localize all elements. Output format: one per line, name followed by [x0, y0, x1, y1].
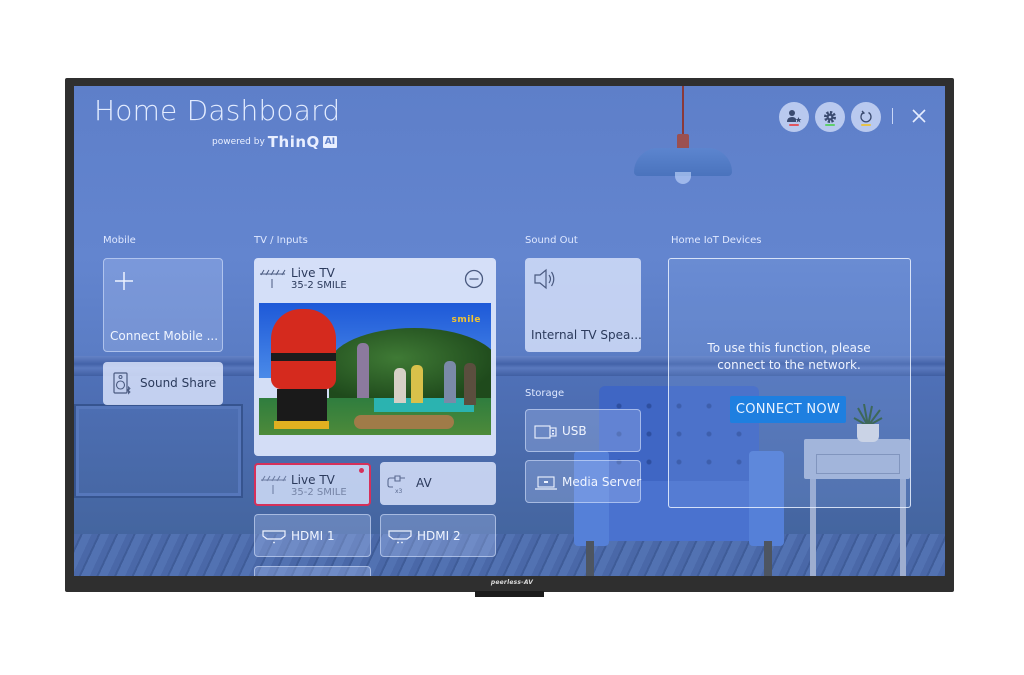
connect-now-button[interactable]: CONNECT NOW — [730, 396, 846, 423]
antenna-icon — [261, 475, 287, 494]
antenna-icon — [260, 269, 286, 288]
sound-share-tile[interactable]: Sound Share — [103, 362, 223, 405]
input-tile-av[interactable]: x3 AV — [380, 462, 496, 505]
lamp-cord — [682, 86, 684, 136]
preview-person — [357, 343, 369, 398]
input-live-tv-label: Live TV — [291, 473, 335, 487]
av-cable-icon: x3 — [387, 475, 405, 494]
storage-media-server-tile[interactable]: Media Server — [525, 460, 641, 503]
tv-stand — [475, 591, 544, 597]
usb-icon — [534, 425, 557, 439]
wall-panel — [74, 404, 243, 498]
input-hdmi1-label: HDMI 1 — [291, 529, 335, 543]
person-star-icon — [787, 110, 802, 123]
header-divider — [892, 108, 893, 124]
hdmi-icon — [262, 530, 286, 544]
preview-mascot-belt — [271, 353, 336, 361]
iot-panel — [668, 258, 911, 508]
input-tile-hdmi2[interactable]: HDMI 2 — [380, 514, 496, 557]
minus-circle-icon[interactable] — [464, 269, 484, 289]
current-input-title: Live TV — [291, 266, 335, 280]
section-label-tv-inputs: TV / Inputs — [254, 235, 308, 246]
storage-usb-tile[interactable]: USB — [525, 409, 641, 452]
lamp-bulb — [675, 172, 691, 184]
plus-icon — [115, 272, 133, 290]
section-label-sound-out: Sound Out — [525, 235, 578, 246]
iot-message-line1: To use this function, please — [707, 341, 871, 355]
green-indicator — [825, 124, 835, 126]
iot-message-line2: connect to the network. — [717, 358, 861, 372]
section-label-mobile: Mobile — [103, 235, 136, 246]
speaker-bluetooth-icon — [113, 372, 131, 395]
tv-screen: Home Dashboard powered by ThinQ AI Mobil… — [74, 86, 945, 576]
refresh-button[interactable] — [851, 102, 881, 132]
input-hdmi2-label: HDMI 2 — [417, 529, 461, 543]
storage-media-server-label: Media Server — [562, 475, 642, 489]
preview-mascot-legs — [277, 389, 327, 421]
preview-person — [464, 363, 476, 405]
hdmi-icon — [388, 530, 412, 544]
av-badge: x3 — [395, 488, 403, 494]
preview-mascot-feet — [274, 421, 329, 429]
close-icon[interactable] — [910, 107, 928, 125]
sound-out-tile[interactable]: Internal TV Spea... — [525, 258, 642, 352]
bezel-brand-logo: peerless-AV — [490, 579, 534, 586]
speaker-icon — [534, 268, 555, 290]
preview-person — [394, 368, 406, 403]
laptop-icon — [535, 476, 557, 490]
preview-person — [411, 365, 423, 403]
section-label-iot: Home IoT Devices — [671, 235, 762, 246]
sound-share-label: Sound Share — [140, 376, 217, 390]
preview-pool — [374, 398, 474, 412]
page-title: Home Dashboard — [94, 94, 341, 127]
input-live-tv-channel: 35-2 SMILE — [291, 487, 347, 498]
user-profile-button[interactable] — [779, 102, 809, 132]
preview-person — [444, 361, 456, 403]
input-tile-live-tv[interactable]: Live TV 35-2 SMILE — [254, 463, 371, 506]
iot-message: To use this function, please connect to … — [668, 340, 910, 374]
preview-mascot — [271, 309, 336, 389]
sound-out-device-label: Internal TV Spea... — [531, 328, 642, 342]
gear-icon — [824, 111, 836, 123]
input-av-label: AV — [416, 476, 432, 490]
powered-by-text: powered by — [212, 137, 265, 147]
chair-leg — [586, 541, 594, 576]
yellow-indicator — [861, 124, 871, 126]
input-tile-more[interactable] — [254, 566, 371, 576]
chair-leg — [764, 541, 772, 576]
refresh-icon — [860, 110, 872, 123]
preview-rocks — [354, 415, 454, 429]
red-indicator — [789, 124, 799, 126]
connect-mobile-tile[interactable]: Connect Mobile ... — [103, 258, 223, 352]
storage-usb-label: USB — [562, 424, 587, 438]
live-tv-preview[interactable]: smile — [259, 303, 491, 435]
current-input-channel: 35-2 SMILE — [291, 280, 347, 291]
powered-by: powered by ThinQ AI — [212, 133, 338, 151]
thinq-logo: ThinQ — [267, 133, 320, 151]
channel-logo: smile — [451, 315, 481, 325]
section-label-storage: Storage — [525, 388, 565, 399]
selected-dot — [359, 468, 364, 473]
input-tile-hdmi1[interactable]: HDMI 1 — [254, 514, 371, 557]
settings-button[interactable] — [815, 102, 845, 132]
connect-mobile-label: Connect Mobile ... — [110, 329, 219, 343]
ai-badge: AI — [322, 136, 338, 148]
